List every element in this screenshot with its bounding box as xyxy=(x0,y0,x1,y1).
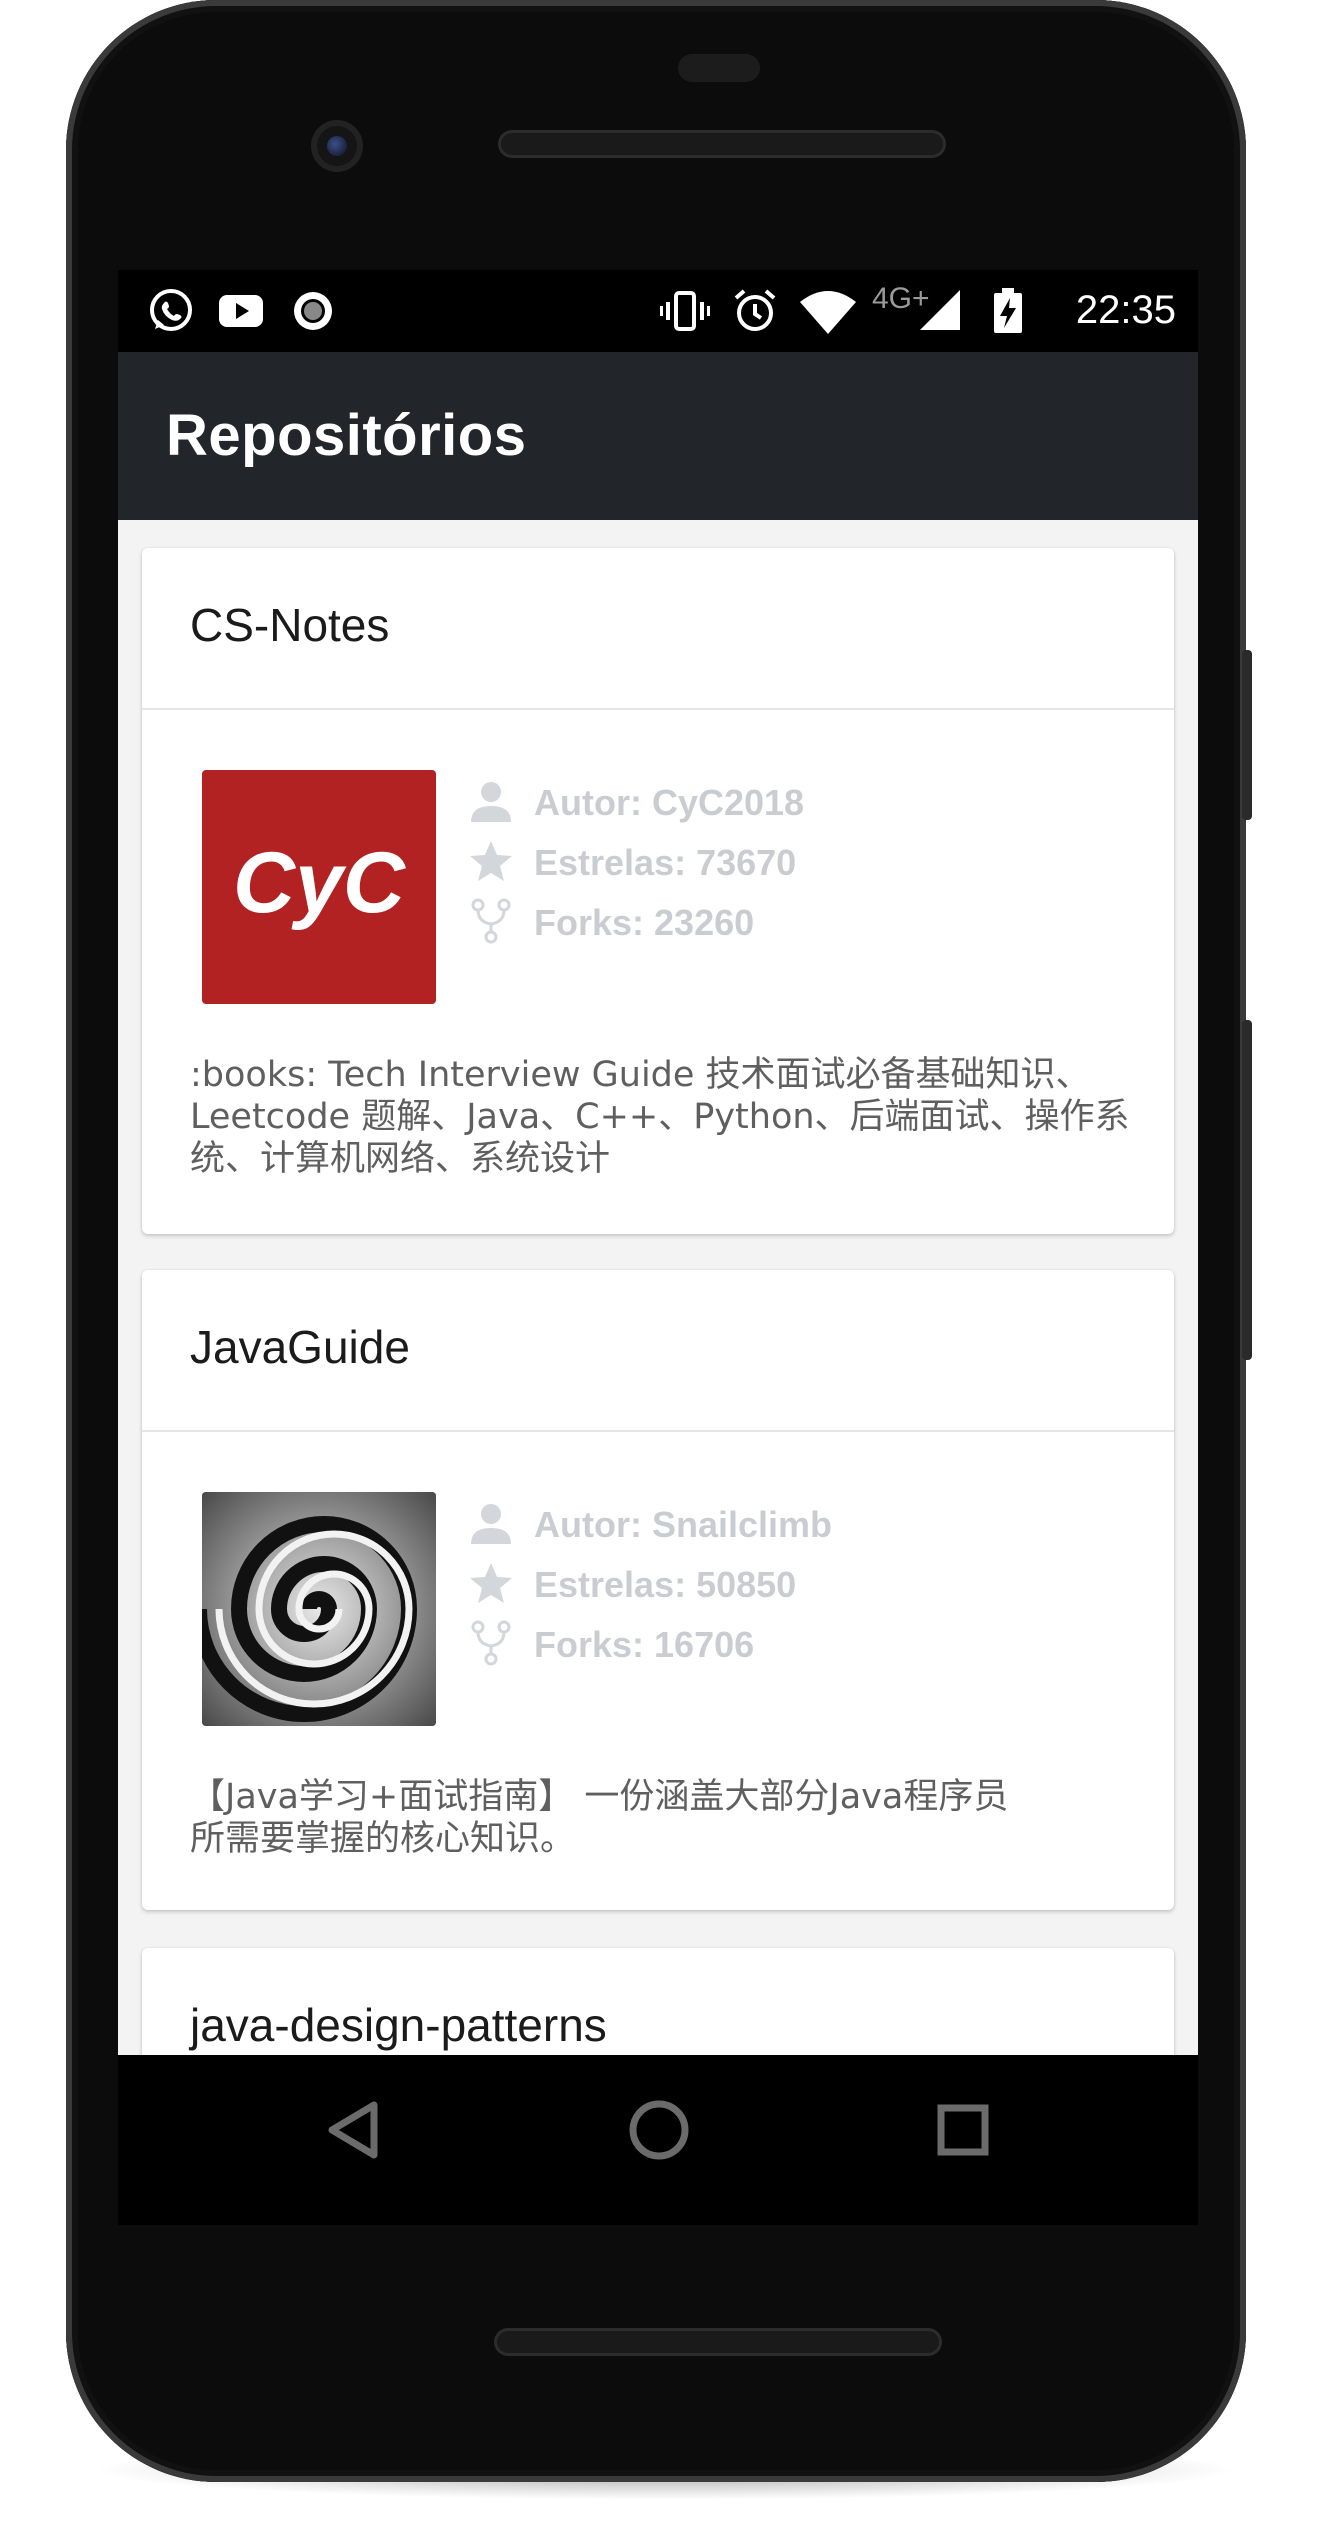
status-time: 22:35 xyxy=(1075,288,1176,332)
person-icon xyxy=(471,1504,511,1544)
repository-description: 【Java学习+面试指南】 一份涵盖大部分Java程序员 所需要掌握的核心知识。 xyxy=(190,1776,1150,1860)
description-line: :books: Tech Interview Guide 技术面试必备基础知识、 xyxy=(190,1055,1091,1095)
stars-label: Estrelas: 50850 xyxy=(534,1564,797,1605)
earpiece-speaker xyxy=(498,130,946,158)
page-title: Repositórios xyxy=(166,403,527,468)
author-label: Autor: Snailclimb xyxy=(534,1504,833,1545)
front-camera xyxy=(311,120,363,172)
fork-icon xyxy=(471,898,511,944)
app-bar: Repositórios xyxy=(118,352,1198,520)
home-icon[interactable] xyxy=(604,2075,714,2185)
device-screen: 4G+ 22:35 Repositórios CS-Notes CyC Auto… xyxy=(118,270,1198,2055)
card-divider xyxy=(142,708,1174,710)
repository-card[interactable]: CS-Notes CyC Autor: CyC2018 Estrelas: 73… xyxy=(142,548,1174,1234)
person-icon xyxy=(471,782,511,822)
description-line: 【Java学习+面试指南】 一份涵盖大部分Java程序员 xyxy=(190,1777,1009,1817)
description-line: Leetcode 题解、Java、C++、Python、后端面试、操作系 xyxy=(190,1097,1130,1137)
repository-description: :books: Tech Interview Guide 技术面试必备基础知识、… xyxy=(190,1054,1150,1180)
stars-label: Estrelas: 73670 xyxy=(534,842,797,883)
recents-icon[interactable] xyxy=(908,2075,1018,2185)
star-icon xyxy=(470,841,512,881)
battery-charging-icon xyxy=(994,288,1022,333)
alarm-icon xyxy=(734,289,776,331)
repository-list[interactable]: CS-Notes CyC Autor: CyC2018 Estrelas: 73… xyxy=(118,520,1198,2055)
repository-card[interactable]: java-design-patterns xyxy=(142,1948,1174,2055)
bottom-speaker xyxy=(494,2328,942,2356)
forks-label: Forks: 23260 xyxy=(534,902,755,943)
fork-icon xyxy=(471,1620,511,1666)
wifi-icon xyxy=(800,291,856,334)
avatar-text: CyC xyxy=(233,835,407,931)
repository-name: CS-Notes xyxy=(190,599,390,651)
status-bar: 4G+ 22:35 xyxy=(118,270,1198,352)
repository-card[interactable]: JavaGuide Autor: Snailclimb Estrelas: 50… xyxy=(142,1270,1174,1910)
signal-icon xyxy=(920,290,960,330)
description-line: 统、计算机网络、系统设计 xyxy=(190,1139,611,1179)
owner-avatar xyxy=(202,1492,436,1726)
back-icon[interactable] xyxy=(298,2075,408,2185)
vibrate-icon xyxy=(660,291,710,331)
youtube-icon xyxy=(219,295,263,327)
forks-label: Forks: 16706 xyxy=(534,1624,755,1665)
card-divider xyxy=(142,1430,1174,1432)
author-label: Autor: CyC2018 xyxy=(534,782,805,823)
power-button xyxy=(1242,1020,1252,1360)
navigation-bar xyxy=(118,2055,1198,2225)
record-icon xyxy=(294,292,332,330)
repository-name: JavaGuide xyxy=(190,1321,410,1373)
sensor-slot xyxy=(678,54,760,82)
star-icon xyxy=(470,1563,512,1603)
volume-button xyxy=(1242,650,1252,820)
owner-avatar: CyC xyxy=(202,770,436,1004)
whatsapp-icon xyxy=(150,289,192,331)
repository-name: java-design-patterns xyxy=(190,1999,607,2051)
description-line: 所需要掌握的核心知识。 xyxy=(190,1819,576,1859)
